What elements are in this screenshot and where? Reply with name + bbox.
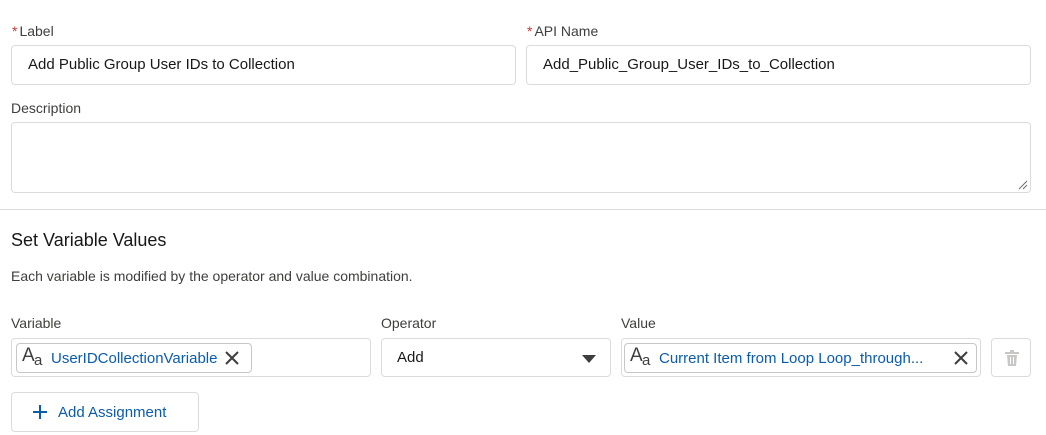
description-label: Description bbox=[11, 100, 82, 116]
api-name-input[interactable]: Add_Public_Group_User_IDs_to_Collection bbox=[526, 45, 1031, 85]
required-asterisk: * bbox=[527, 23, 533, 39]
add-assignment-button[interactable]: Add Assignment bbox=[11, 392, 199, 432]
remove-value-icon[interactable] bbox=[952, 349, 970, 367]
section-divider bbox=[0, 209, 1046, 210]
value-column-header: Value bbox=[621, 315, 656, 331]
plus-icon bbox=[33, 405, 47, 419]
remove-variable-icon[interactable] bbox=[223, 349, 241, 367]
value-pill[interactable]: Aa Current Item from Loop Loop_through..… bbox=[624, 343, 977, 373]
chevron-down-icon bbox=[582, 355, 596, 363]
value-combobox[interactable]: Aa Current Item from Loop Loop_through..… bbox=[621, 338, 981, 377]
variable-combobox[interactable]: Aa UserIDCollectionVariable bbox=[11, 338, 371, 377]
description-textarea[interactable] bbox=[11, 122, 1031, 193]
add-assignment-label: Add Assignment bbox=[58, 403, 167, 421]
value-pill-label: Current Item from Loop Loop_through... bbox=[659, 349, 924, 367]
section-help-text: Each variable is modified by the operato… bbox=[11, 268, 413, 284]
operator-select[interactable]: Add bbox=[381, 338, 611, 377]
variable-pill[interactable]: Aa UserIDCollectionVariable bbox=[16, 343, 252, 373]
variable-pill-label: UserIDCollectionVariable bbox=[51, 349, 218, 367]
required-asterisk: * bbox=[12, 23, 18, 39]
resize-handle-icon[interactable] bbox=[1018, 180, 1028, 190]
delete-row-button[interactable] bbox=[991, 338, 1031, 377]
operator-selected-value: Add bbox=[397, 349, 424, 366]
trash-icon bbox=[1005, 350, 1019, 366]
text-data-type-icon: Aa bbox=[630, 345, 651, 369]
operator-column-header: Operator bbox=[381, 315, 437, 331]
variable-column-header: Variable bbox=[11, 315, 62, 331]
label-field-label: * Label bbox=[12, 23, 54, 39]
api-name-field-label: * API Name bbox=[527, 23, 599, 39]
section-title: Set Variable Values bbox=[11, 230, 167, 250]
label-input[interactable]: Add Public Group User IDs to Collection bbox=[11, 45, 516, 85]
text-data-type-icon: Aa bbox=[22, 345, 43, 369]
